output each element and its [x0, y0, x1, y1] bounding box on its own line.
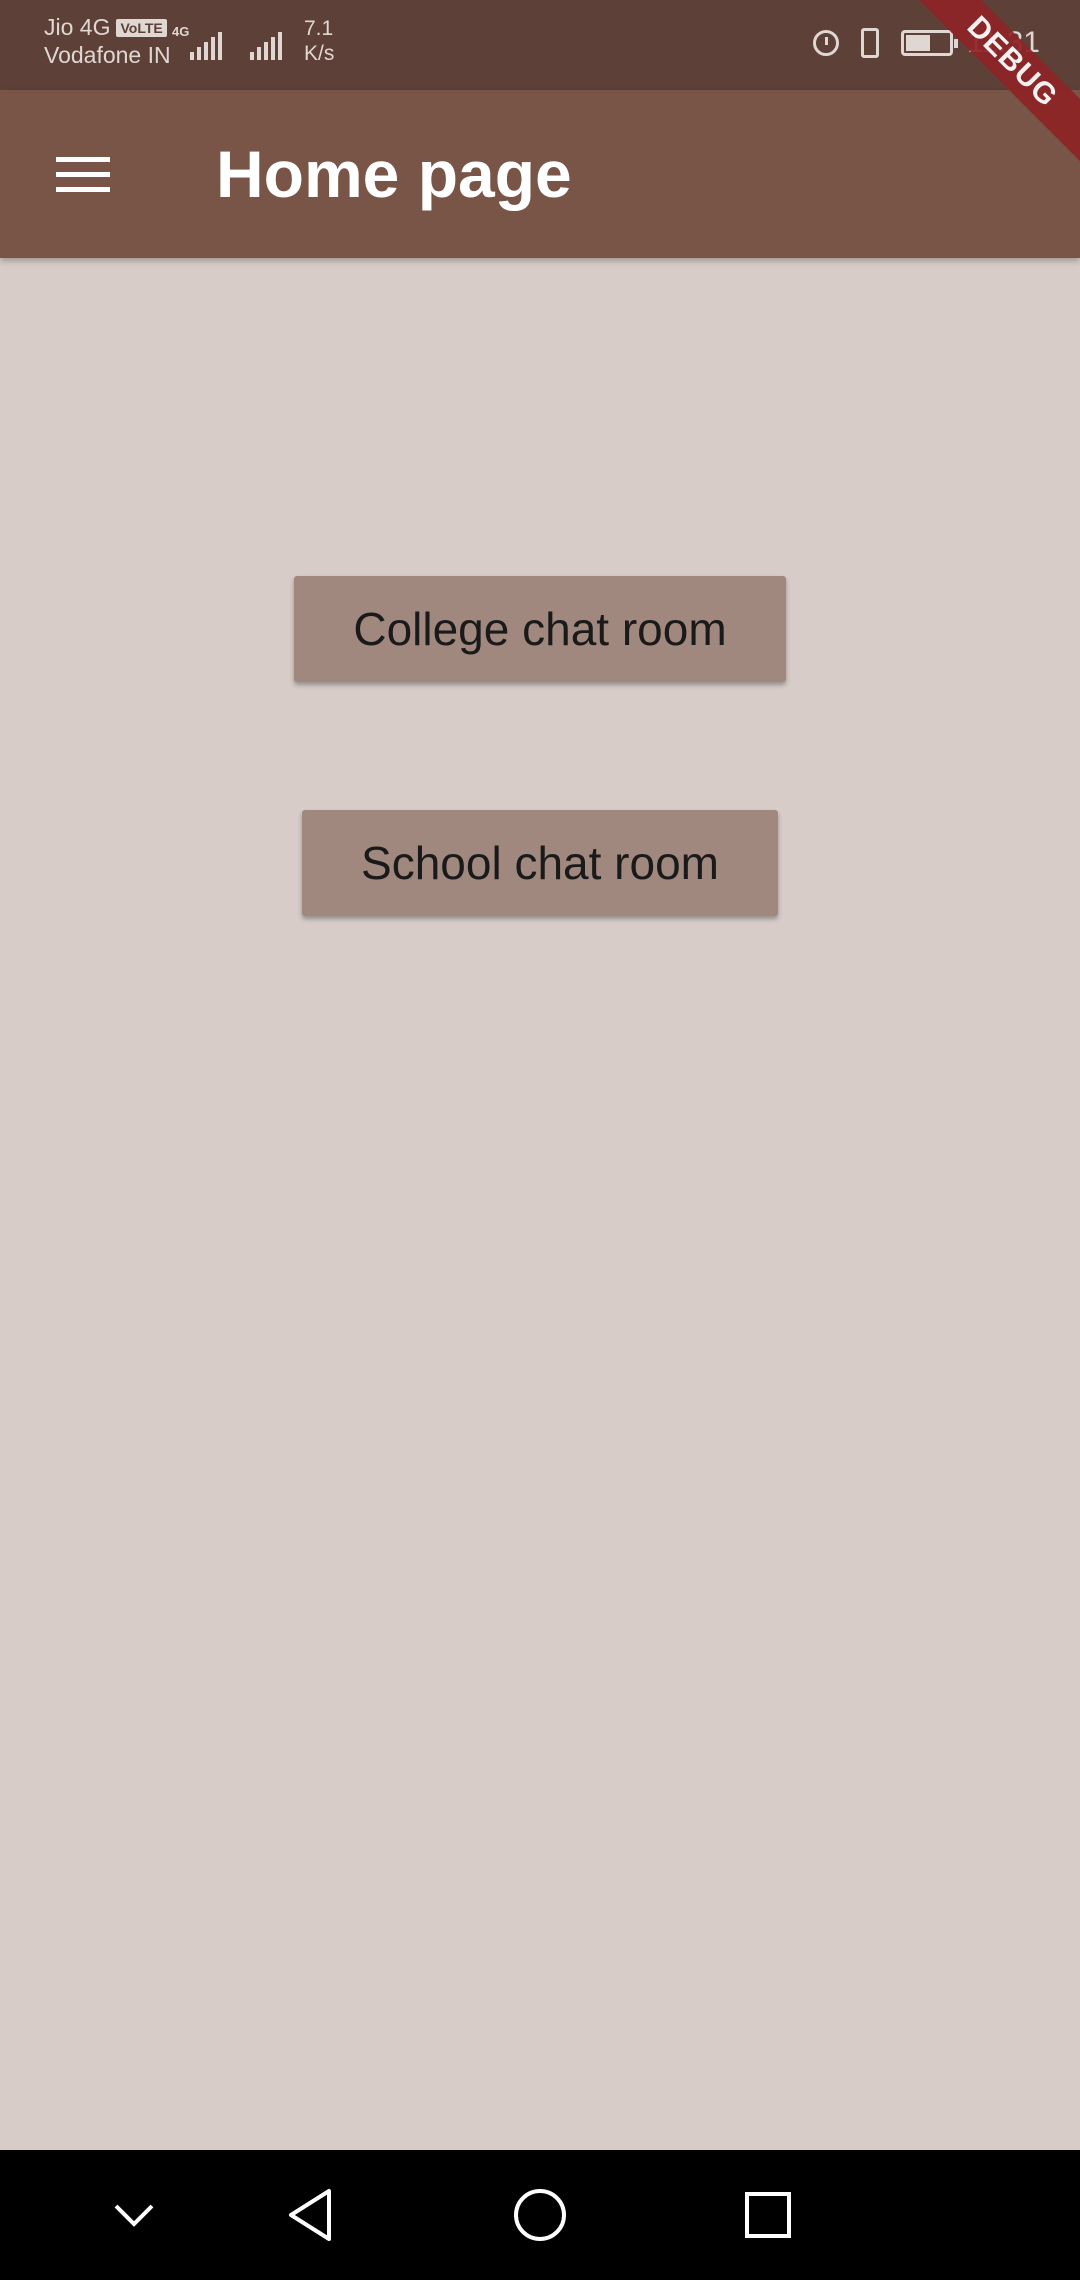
back-icon[interactable] — [280, 2185, 340, 2245]
home-icon[interactable] — [510, 2185, 570, 2245]
home-screen: Jio 4G VoLTE Vodafone IN 4G 7.1 K/s 11:3… — [0, 0, 1080, 2280]
status-bar: Jio 4G VoLTE Vodafone IN 4G 7.1 K/s 11:3… — [0, 0, 1080, 90]
speed-unit: K/s — [304, 42, 335, 66]
hamburger-menu-icon[interactable] — [44, 134, 124, 214]
signal-icon — [250, 30, 282, 60]
signal-icon — [190, 30, 222, 60]
carrier-info: Jio 4G VoLTE Vodafone IN — [44, 14, 171, 69]
carrier-2-label: Vodafone IN — [44, 41, 171, 68]
network-type-label: 4G — [172, 24, 190, 39]
school-chat-room-button[interactable]: School chat room — [302, 810, 778, 916]
battery-icon — [901, 30, 959, 56]
chevron-down-icon[interactable] — [104, 2185, 164, 2245]
speed-value: 7.1 — [304, 17, 334, 40]
carrier-1-label: Jio 4G — [44, 14, 111, 40]
volte-badge: VoLTE — [116, 18, 167, 37]
college-chat-room-button[interactable]: College chat room — [294, 576, 786, 682]
page-title: Home page — [216, 137, 572, 211]
network-speed: 7.1 K/s — [304, 16, 334, 66]
recent-apps-icon[interactable] — [738, 2185, 798, 2245]
alarm-icon — [813, 30, 840, 56]
app-bar: Home page — [0, 90, 1080, 258]
vibrate-icon — [861, 28, 880, 58]
system-nav-bar — [0, 2150, 1080, 2280]
